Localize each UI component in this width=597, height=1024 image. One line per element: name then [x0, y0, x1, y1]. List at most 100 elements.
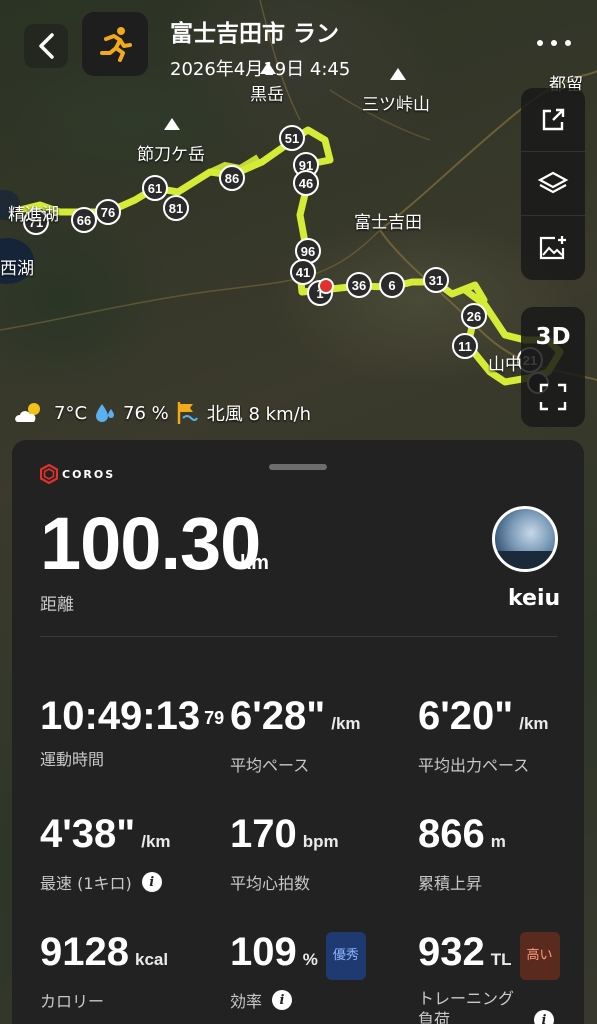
distance-unit: km	[240, 552, 269, 574]
svg-text:41: 41	[296, 265, 310, 280]
map-label-fujiyoshida: 富士吉田	[354, 213, 422, 233]
efficiency-badge: 優秀	[325, 932, 366, 980]
sport-type-button[interactable]	[82, 12, 148, 76]
svg-text:31: 31	[429, 273, 443, 288]
more-menu-button[interactable]	[537, 36, 571, 50]
coros-hexagon-icon	[40, 464, 58, 484]
metric-efficiency: 109% 優秀 効率 i	[230, 930, 366, 1012]
humidity-icon	[96, 404, 115, 422]
map-label-nishiko: 西湖	[0, 259, 34, 279]
svg-text:66: 66	[77, 213, 91, 228]
temperature-value: 7°C	[54, 402, 88, 424]
km-marker: 76	[95, 199, 121, 225]
km-marker: 11	[452, 333, 478, 359]
avg-hr-label: 平均心拍数	[230, 874, 311, 893]
km-marker: 51	[279, 125, 305, 151]
svg-text:6: 6	[388, 278, 395, 293]
toggle-3d-button[interactable]: 3D	[521, 307, 585, 367]
km-marker: 81	[163, 195, 189, 221]
share-icon	[542, 108, 565, 130]
fullscreen-button[interactable]	[521, 367, 585, 427]
metric-avg-power-pace: 6'20" /km 平均出力ペース	[418, 694, 549, 776]
training-load-unit: TL	[490, 950, 512, 969]
cloud-sun-icon	[15, 403, 40, 422]
avg-pace-label: 平均ペース	[230, 756, 310, 775]
avg-pace-unit: /km	[331, 714, 361, 733]
map-tools-bottom: 3D	[521, 307, 585, 427]
back-button[interactable]	[24, 24, 68, 68]
metric-fastest: 4'38" /km 最速 (1キロ) i	[40, 812, 171, 894]
elevation-label: 累積上昇	[418, 874, 483, 893]
peak-icon-mitsutoge	[390, 68, 406, 80]
drag-handle[interactable]	[269, 464, 327, 470]
metric-elevation: 866 m 累積上昇	[418, 812, 506, 894]
share-button[interactable]	[521, 88, 585, 152]
wind-flag-icon	[177, 402, 198, 424]
info-icon[interactable]: i	[272, 990, 293, 1010]
layers-button[interactable]	[521, 152, 585, 216]
brand-name: COROS	[62, 467, 116, 481]
peak-icon-hakkadake	[164, 118, 180, 130]
avg-power-pace-label: 平均出力ペース	[418, 756, 530, 775]
metric-moving-time: 10:49:13 79 運動時間	[40, 694, 224, 770]
calories-value: 9128	[40, 930, 129, 974]
svg-text:81: 81	[169, 201, 183, 216]
map-label-shojiko: 精進湖	[8, 205, 59, 225]
map-label-mitsutoge: 三ツ峠山	[362, 95, 430, 115]
distance-label: 距離	[40, 595, 74, 615]
km-marker: 31	[423, 267, 449, 293]
avg-power-pace-value: 6'20"	[418, 694, 514, 738]
km-marker: 41	[290, 259, 316, 285]
elevation-unit: m	[490, 832, 506, 851]
training-load-value: 932	[418, 930, 485, 974]
layers-icon	[537, 171, 569, 193]
efficiency-label: 効率	[230, 992, 263, 1011]
svg-text:76: 76	[101, 205, 115, 220]
more-dot-icon	[565, 40, 571, 46]
km-marker: 61	[142, 175, 168, 201]
metric-training-load: 932 TL 高い トレーニング 負荷 i	[418, 930, 568, 1024]
svg-text:46: 46	[299, 176, 313, 191]
metric-avg-hr: 170 bpm 平均心拍数	[230, 812, 339, 894]
metric-avg-pace: 6'28" /km 平均ペース	[230, 694, 361, 776]
map-label-yamanaka: 山中	[488, 355, 522, 375]
running-icon	[100, 27, 132, 62]
svg-text:61: 61	[148, 181, 162, 196]
km-marker: 96	[295, 238, 321, 264]
svg-text:26: 26	[467, 309, 481, 324]
svg-text:86: 86	[225, 171, 239, 186]
km-marker: 46	[293, 170, 319, 196]
avatar[interactable]	[492, 506, 558, 572]
moving-time-label: 運動時間	[40, 750, 105, 769]
wind-value: 北風 8 km/h	[206, 404, 312, 425]
elevation-value: 866	[418, 812, 485, 856]
avg-power-pace-unit: /km	[519, 714, 549, 733]
info-icon[interactable]: i	[534, 1010, 555, 1024]
training-load-badge: 高い	[519, 932, 560, 980]
metric-calories: 9128 kcal カロリー	[40, 930, 168, 1012]
fullscreen-icon	[539, 383, 567, 411]
calories-label: カロリー	[40, 992, 105, 1011]
moving-time-value: 10:49:13	[40, 694, 201, 738]
divider	[40, 636, 558, 637]
km-marker: 6	[379, 272, 405, 298]
fastest-label: 最速 (1キロ)	[40, 874, 132, 893]
map-label-kurodake: 黒岳	[250, 85, 284, 105]
efficiency-unit: %	[302, 950, 318, 969]
start-point-marker	[318, 278, 334, 294]
avg-hr-value: 170	[230, 812, 297, 856]
fastest-unit: /km	[141, 832, 171, 851]
map-tools-top	[521, 88, 585, 280]
page-title: 富士吉田市 ラン	[170, 21, 340, 47]
humidity-value: 76 %	[123, 402, 169, 424]
username: keiu	[508, 586, 561, 611]
svg-text:36: 36	[352, 278, 366, 293]
avg-hr-unit: bpm	[302, 832, 339, 851]
svg-text:96: 96	[301, 244, 315, 259]
info-icon[interactable]: i	[141, 872, 162, 892]
avg-pace-value: 6'28"	[230, 694, 326, 738]
moving-time-hundredths: 79	[204, 708, 225, 728]
add-photo-button[interactable]	[521, 216, 585, 280]
coros-logo: COROS	[40, 464, 115, 484]
svg-text:51: 51	[285, 131, 299, 146]
